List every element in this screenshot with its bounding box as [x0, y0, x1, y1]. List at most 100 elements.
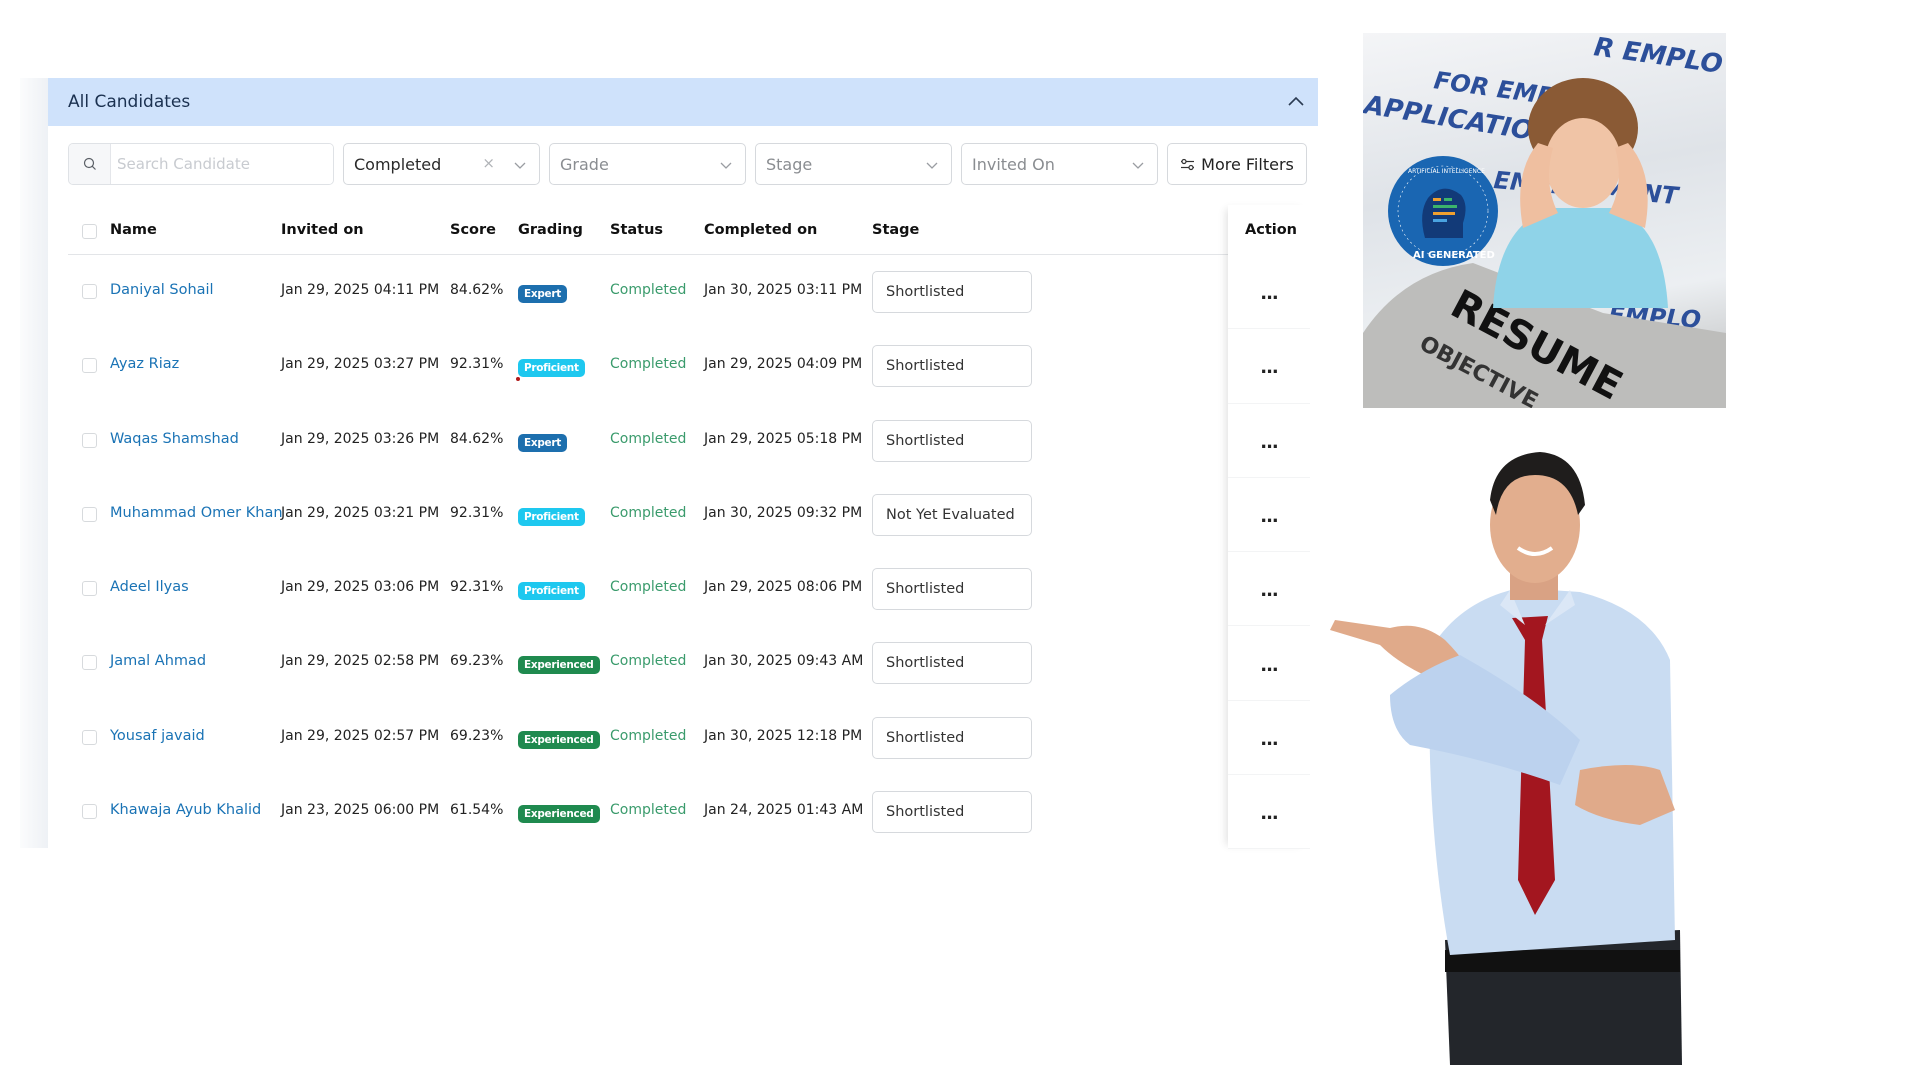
- more-actions-icon[interactable]: ...: [1260, 803, 1278, 824]
- businessman-illustration: [1330, 452, 1682, 1065]
- paper-text-employment-1: R EMPLO: [1592, 33, 1724, 80]
- stage-select[interactable]: Shortlisted: [872, 419, 1032, 462]
- stage-select[interactable]: Not Yet Evaluated: [872, 493, 1032, 536]
- candidates-panel: All Candidates Completed × Grade Stage: [48, 78, 1318, 850]
- table-header-row: Name Invited on Score Grading Status Com…: [68, 205, 1308, 255]
- candidate-name-link[interactable]: Daniyal Sohail: [110, 282, 214, 298]
- table-body: Daniyal Sohail Jan 29, 2025 04:11 PM 84.62…: [68, 255, 1308, 849]
- stray-red-dot: [516, 377, 520, 381]
- table-row: Waqas Shamshad Jan 29, 2025 03:26 PM 84.62…: [68, 404, 1308, 478]
- completed-on-cell: Jan 24, 2025 01:43 AM: [704, 802, 864, 819]
- action-cell: ...: [1228, 775, 1310, 850]
- grading-badge: Expert: [518, 433, 567, 452]
- candidate-name-link[interactable]: Ayaz Riaz: [110, 356, 179, 372]
- businessman-photo: [1330, 440, 1730, 1065]
- column-header-grading[interactable]: Grading: [518, 222, 583, 238]
- chevron-down-icon: [514, 162, 526, 169]
- column-header-stage[interactable]: Stage: [872, 222, 919, 238]
- stage-select[interactable]: Shortlisted: [872, 568, 1032, 611]
- candidate-name-link[interactable]: Adeel Ilyas: [110, 579, 189, 595]
- stage-value: Shortlisted: [886, 284, 965, 300]
- stage-select[interactable]: Shortlisted: [872, 791, 1032, 834]
- search-box[interactable]: [68, 143, 334, 185]
- stage-value: Shortlisted: [886, 581, 965, 598]
- table-row: Jamal Ahmad Jan 29, 2025 02:58 PM 69.23% Co…: [68, 626, 1308, 700]
- more-actions-icon[interactable]: ...: [1260, 580, 1278, 601]
- stage-select[interactable]: Shortlisted: [872, 345, 1032, 388]
- status-cell: Completed: [610, 430, 687, 447]
- column-header-status[interactable]: Status: [610, 222, 663, 238]
- completed-on-cell: Jan 30, 2025 09:43 AM: [704, 653, 864, 670]
- score-cell: 84.62%: [450, 282, 504, 298]
- more-actions-icon[interactable]: ...: [1260, 506, 1278, 527]
- candidate-name-link[interactable]: Muhammad Omer Khan: [110, 505, 283, 521]
- more-actions-icon[interactable]: ...: [1260, 357, 1278, 378]
- panel-header[interactable]: All Candidates: [48, 78, 1318, 126]
- status-cell: Completed: [610, 727, 687, 744]
- invited-on-filter-select[interactable]: Invited On: [961, 143, 1158, 185]
- invited-on-filter-placeholder: Invited On: [972, 154, 1055, 174]
- stage-select[interactable]: Shortlisted: [872, 642, 1032, 685]
- row-checkbox[interactable]: [82, 432, 97, 448]
- completed-on-cell: Jan 30, 2025 09:32 PM: [704, 504, 863, 521]
- candidate-name-link[interactable]: Waqas Shamshad: [110, 431, 239, 447]
- more-actions-icon[interactable]: ...: [1260, 655, 1278, 676]
- invited-on-cell: Jan 29, 2025 03:26 PM: [281, 430, 440, 447]
- action-cell: ...: [1228, 627, 1310, 701]
- grading-badge: Experienced: [518, 656, 600, 675]
- row-checkbox[interactable]: [82, 655, 97, 671]
- search-input[interactable]: [111, 144, 333, 184]
- stage-value: Shortlisted: [886, 358, 965, 375]
- status-filter-select[interactable]: Completed ×: [343, 143, 540, 185]
- row-checkbox[interactable]: [82, 581, 97, 597]
- select-all-checkbox[interactable]: [82, 224, 97, 239]
- clear-status-filter-icon[interactable]: ×: [482, 154, 495, 172]
- panel-side-shadow: [20, 78, 48, 848]
- column-header-name[interactable]: Name: [110, 222, 157, 238]
- stage-select[interactable]: Shortlisted: [872, 716, 1032, 759]
- more-actions-icon[interactable]: ...: [1260, 432, 1278, 453]
- row-checkbox[interactable]: [82, 804, 97, 820]
- grade-filter-select[interactable]: Grade: [549, 143, 746, 185]
- row-checkbox[interactable]: [82, 729, 97, 745]
- action-cell: ...: [1228, 701, 1310, 776]
- chevron-down-icon: [1132, 162, 1144, 169]
- column-header-invited-on[interactable]: Invited on: [281, 222, 364, 238]
- candidates-table: Name Invited on Score Grading Status Com…: [68, 205, 1310, 850]
- column-header-completed-on[interactable]: Completed on: [704, 222, 817, 238]
- status-cell: Completed: [610, 579, 687, 596]
- score-cell: 92.31%: [450, 579, 504, 596]
- action-cell: ...: [1228, 329, 1310, 404]
- score-cell: 69.23%: [450, 727, 504, 744]
- invited-on-cell: Jan 29, 2025 03:27 PM: [281, 356, 440, 373]
- row-checkbox[interactable]: [82, 284, 97, 299]
- stage-select[interactable]: Shortlisted: [872, 271, 1032, 313]
- row-checkbox[interactable]: [82, 358, 97, 374]
- completed-on-cell: Jan 29, 2025 05:18 PM: [704, 430, 863, 447]
- more-actions-icon[interactable]: ...: [1260, 283, 1278, 304]
- score-cell: 92.31%: [450, 504, 504, 521]
- status-cell: Completed: [610, 504, 687, 521]
- table-row: Daniyal Sohail Jan 29, 2025 04:11 PM 84.62…: [68, 255, 1308, 329]
- more-actions-icon[interactable]: ...: [1260, 729, 1278, 750]
- grade-filter-placeholder: Grade: [560, 154, 609, 174]
- action-column: Action ........................: [1228, 205, 1310, 850]
- action-cell: ...: [1228, 255, 1310, 330]
- score-cell: 61.54%: [450, 802, 504, 819]
- candidate-name-link[interactable]: Khawaja Ayub Khalid: [110, 802, 261, 818]
- candidate-name-link[interactable]: Yousaf javaid: [110, 728, 205, 744]
- stage-value: Shortlisted: [886, 804, 965, 821]
- svg-text:AI GENERATED: AI GENERATED: [1413, 250, 1495, 261]
- column-header-score[interactable]: Score: [450, 222, 496, 238]
- status-cell: Completed: [610, 653, 687, 670]
- candidate-name-link[interactable]: Jamal Ahmad: [110, 653, 206, 669]
- stage-filter-placeholder: Stage: [766, 154, 813, 174]
- chevron-up-icon[interactable]: [1284, 90, 1308, 114]
- stage-filter-select[interactable]: Stage: [755, 143, 952, 185]
- more-filters-button[interactable]: More Filters: [1167, 143, 1307, 185]
- search-icon: [83, 157, 96, 170]
- grading-badge: Expert: [518, 285, 567, 303]
- row-checkbox[interactable]: [82, 506, 97, 522]
- score-cell: 92.31%: [450, 356, 504, 373]
- svg-text:ARTIFICIAL INTELLIGENCE: ARTIFICIAL INTELLIGENCE: [1408, 168, 1485, 175]
